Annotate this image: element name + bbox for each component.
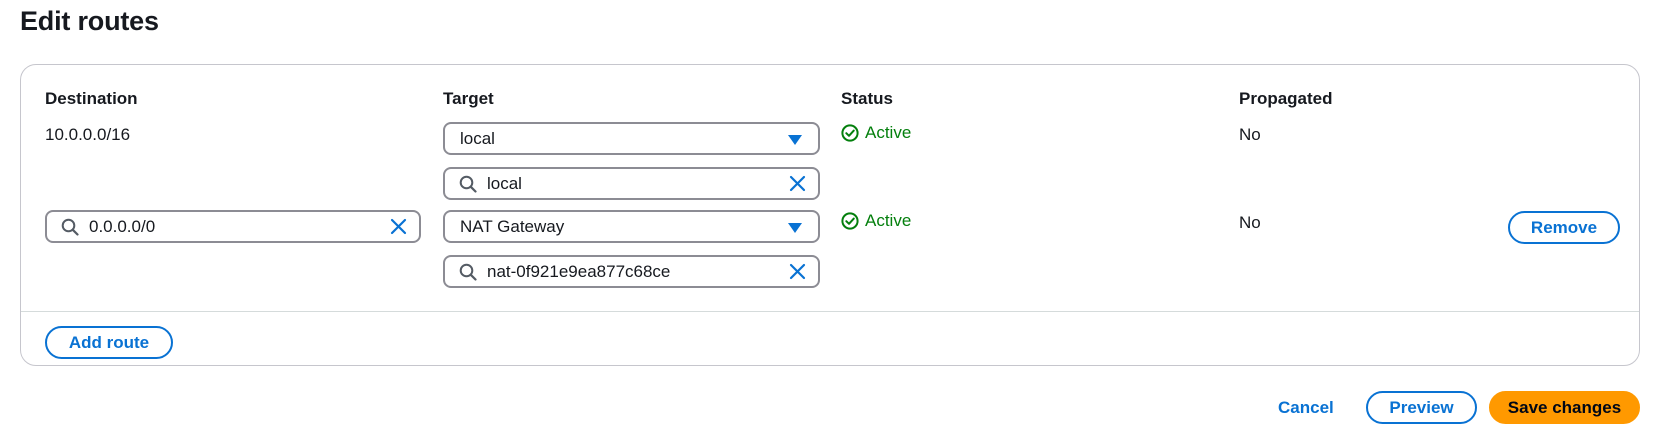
preview-button[interactable]: Preview xyxy=(1366,391,1477,424)
column-header-target: Target xyxy=(443,89,494,108)
close-icon[interactable] xyxy=(789,175,806,192)
search-icon xyxy=(459,175,477,193)
remove-route-button[interactable]: Remove xyxy=(1508,211,1620,244)
close-icon[interactable] xyxy=(390,218,407,235)
check-circle-icon xyxy=(841,124,859,142)
target-type-select[interactable]: NAT Gateway xyxy=(443,210,820,243)
target-type-value: NAT Gateway xyxy=(460,216,565,236)
status-text: Active xyxy=(865,123,912,142)
table-divider xyxy=(21,311,1639,312)
route-destination-text: 10.0.0.0/16 xyxy=(45,125,131,144)
target-type-value: local xyxy=(460,128,495,148)
status-badge: Active xyxy=(841,123,911,143)
search-icon xyxy=(61,218,79,236)
caret-down-icon xyxy=(788,223,802,233)
cancel-button[interactable]: Cancel xyxy=(1278,398,1334,418)
column-header-destination: Destination xyxy=(45,89,138,108)
target-search-input[interactable]: local xyxy=(443,167,820,200)
status-badge: Active xyxy=(841,211,911,231)
close-icon[interactable] xyxy=(789,263,806,280)
target-type-select[interactable]: local xyxy=(443,122,820,155)
add-route-button[interactable]: Add route xyxy=(45,326,173,359)
column-header-propagated: Propagated xyxy=(1239,89,1333,108)
propagated-text: No xyxy=(1239,213,1261,232)
propagated-text: No xyxy=(1239,125,1261,144)
destination-value: 0.0.0.0/0 xyxy=(89,216,156,236)
destination-search-input[interactable]: 0.0.0.0/0 xyxy=(45,210,421,243)
caret-down-icon xyxy=(788,135,802,145)
status-text: Active xyxy=(865,211,912,230)
target-search-value: local xyxy=(487,173,522,193)
save-changes-button[interactable]: Save changes xyxy=(1489,391,1640,424)
routes-table: Destination Target Status Propagated 10.… xyxy=(20,64,1640,366)
target-search-value: nat-0f921e9ea877c68ce xyxy=(487,261,671,281)
search-icon xyxy=(459,263,477,281)
page-title: Edit routes xyxy=(20,6,159,36)
column-header-status: Status xyxy=(841,89,893,108)
target-search-input[interactable]: nat-0f921e9ea877c68ce xyxy=(443,255,820,288)
check-circle-icon xyxy=(841,212,859,230)
